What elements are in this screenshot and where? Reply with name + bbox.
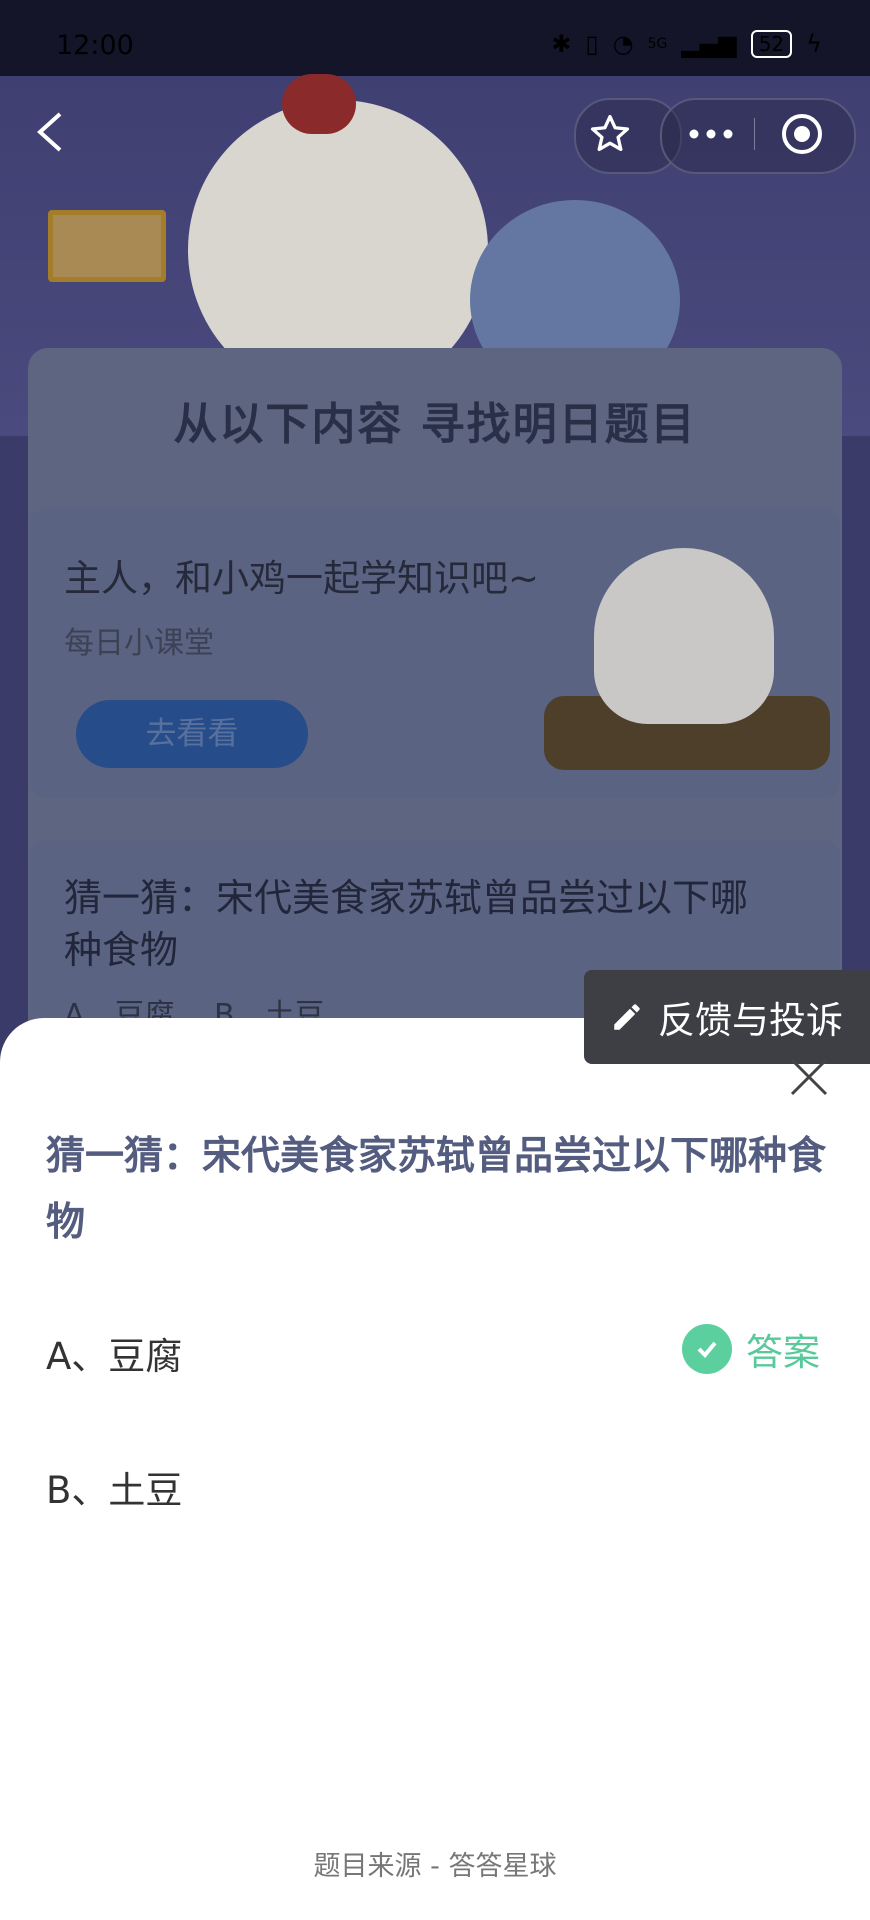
signal-icon: ▂▄▆ [681,30,737,58]
capsule-divider [754,118,755,150]
status-time: 12:00 [56,30,134,61]
answer-label: 答案 [746,1331,820,1374]
feedback-label: 反馈与投诉 [658,999,843,1042]
charging-icon: ϟ [806,30,822,58]
option-b[interactable]: B、土豆 [46,1460,182,1514]
option-a[interactable]: A、豆腐 [46,1326,182,1380]
quiz-card-question: 猜一猜：宋代美食家苏轼曾品尝过以下哪种食物 [64,876,749,972]
check-icon [682,1324,732,1374]
status-icons: ✱ ▯ ◔ 5G ▂▄▆ 52 ϟ [551,30,822,58]
star-icon [590,114,630,152]
banner-title: 从以下内容 寻找明日题目 [173,399,697,450]
medal-plaque-image [48,210,166,282]
vibrate-icon: ▯ [585,30,599,58]
close-target-icon[interactable] [780,112,824,156]
back-arrow-icon[interactable] [30,110,70,154]
course-card-title: 主人，和小鸡一起学知识吧~ [64,557,540,600]
answer-badge: 答案 [682,1322,820,1376]
battery-level: 52 [750,30,793,58]
sheet-question: 猜一猜：宋代美食家苏轼曾品尝过以下哪种食物 [46,1134,827,1245]
question-source: 题目来源 - 答答星球 [313,1851,557,1882]
more-icon[interactable] [686,124,736,144]
feedback-button[interactable]: 反馈与投诉 [584,970,870,1064]
bluetooth-icon: ✱ [551,30,572,58]
network-label: 5G [647,36,668,52]
go-see-button[interactable]: 去看看 [76,700,308,768]
chick-comb-image [282,74,356,134]
reading-chick-image [594,548,774,724]
course-card-subtitle: 每日小课堂 [64,626,214,661]
edit-icon [614,1004,640,1030]
wifi-icon: ◔ [612,30,634,58]
close-icon[interactable] [786,1054,832,1100]
